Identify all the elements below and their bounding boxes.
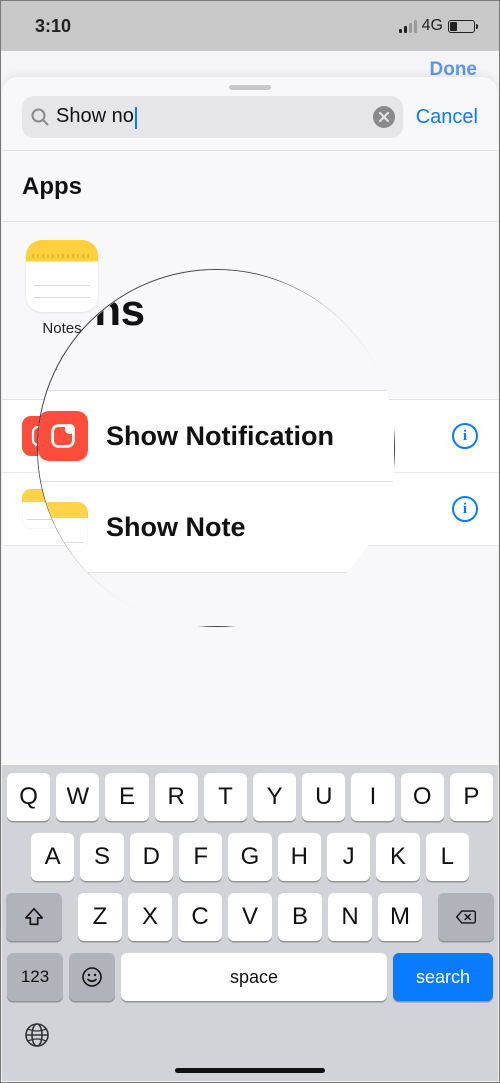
key-m[interactable]: M	[378, 893, 422, 941]
network-type: 4G	[422, 17, 443, 35]
action-label: Show Note	[78, 498, 436, 521]
action-label: Show Notification	[78, 425, 436, 448]
key-h[interactable]: H	[278, 833, 321, 881]
emoji-key[interactable]	[69, 953, 115, 1001]
key-o[interactable]: O	[401, 773, 444, 821]
status-indicators: 4G	[399, 17, 475, 35]
search-key[interactable]: search	[393, 953, 493, 1001]
status-bar: 3:10 4G	[1, 1, 499, 51]
cellular-signal-icon	[399, 20, 417, 33]
text-cursor	[135, 107, 137, 129]
key-v[interactable]: V	[228, 893, 272, 941]
keyboard: QWERTYUIOP ASDFGHJKL ZXCVBNM 123 space s…	[2, 765, 498, 1081]
info-button[interactable]: i	[452, 496, 478, 522]
cancel-button[interactable]: Cancel	[416, 106, 478, 129]
space-key[interactable]: space	[121, 953, 387, 1001]
key-y[interactable]: Y	[253, 773, 296, 821]
action-show-notification[interactable]: Show Notification i	[2, 400, 498, 473]
key-e[interactable]: E	[105, 773, 148, 821]
emoji-icon	[80, 965, 104, 989]
key-n[interactable]: N	[328, 893, 372, 941]
key-c[interactable]: C	[178, 893, 222, 941]
key-l[interactable]: L	[426, 833, 469, 881]
notification-icon	[22, 416, 62, 456]
search-sheet: Show no Cancel Apps Notes	[2, 77, 498, 1081]
battery-icon	[448, 20, 475, 33]
key-u[interactable]: U	[302, 773, 345, 821]
backspace-key[interactable]	[438, 893, 494, 941]
key-j[interactable]: J	[327, 833, 370, 881]
x-icon	[379, 112, 389, 122]
key-p[interactable]: P	[450, 773, 493, 821]
key-f[interactable]: F	[179, 833, 222, 881]
numbers-key[interactable]: 123	[7, 953, 63, 1001]
shift-key[interactable]	[6, 893, 62, 941]
notes-icon	[22, 489, 62, 529]
globe-icon	[23, 1021, 51, 1049]
key-b[interactable]: B	[278, 893, 322, 941]
key-s[interactable]: S	[80, 833, 123, 881]
key-q[interactable]: Q	[7, 773, 50, 821]
key-k[interactable]: K	[376, 833, 419, 881]
sheet-grabber[interactable]	[229, 85, 271, 90]
key-a[interactable]: A	[31, 833, 74, 881]
notes-app-icon	[26, 240, 98, 312]
action-show-note[interactable]: Show Note i	[2, 473, 498, 546]
status-time: 3:10	[35, 16, 71, 37]
key-x[interactable]: X	[128, 893, 172, 941]
clear-search-button[interactable]	[373, 106, 395, 128]
app-label: Notes	[22, 320, 102, 337]
key-w[interactable]: W	[56, 773, 99, 821]
key-i[interactable]: I	[351, 773, 394, 821]
key-r[interactable]: R	[155, 773, 198, 821]
globe-key[interactable]	[23, 1021, 51, 1056]
backspace-icon	[455, 906, 477, 928]
search-input-text[interactable]: Show no	[56, 105, 134, 127]
search-field[interactable]: Show no	[22, 96, 403, 138]
apps-section-header: Apps	[2, 151, 498, 221]
home-indicator[interactable]	[175, 1068, 325, 1073]
shift-icon	[23, 906, 45, 928]
search-icon	[30, 107, 50, 127]
key-g[interactable]: G	[228, 833, 271, 881]
info-button[interactable]: i	[452, 423, 478, 449]
app-notes[interactable]: Notes	[22, 240, 102, 337]
key-d[interactable]: D	[130, 833, 173, 881]
key-t[interactable]: T	[204, 773, 247, 821]
key-z[interactable]: Z	[78, 893, 122, 941]
